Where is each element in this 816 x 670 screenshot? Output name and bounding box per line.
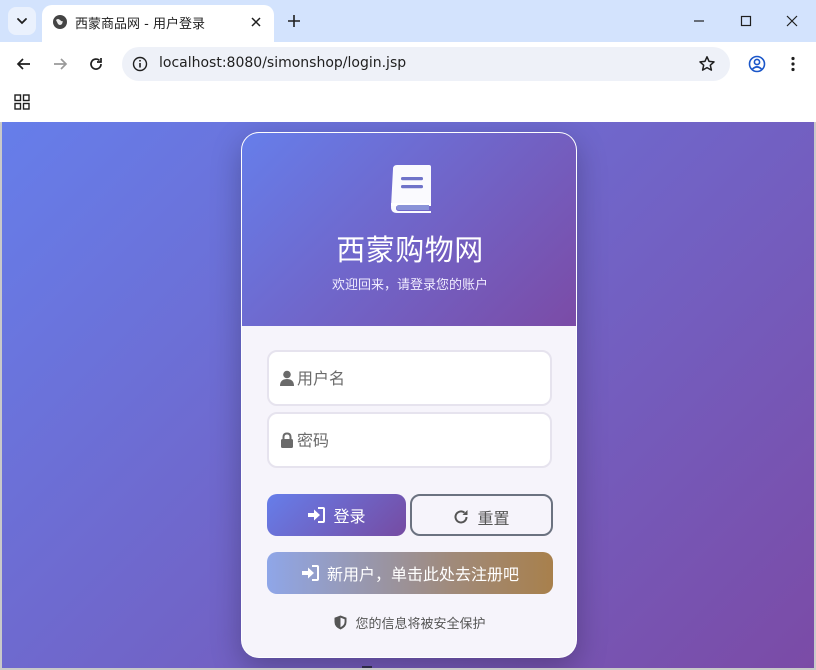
card-header: 西蒙购物网 欢迎回来，请登录您的账户 — [242, 133, 576, 326]
page-viewport: 西蒙购物网 欢迎回来，请登录您的账户 登录 — [2, 122, 814, 668]
register-button-label: 新用户，单击此处去注册吧 — [326, 565, 519, 584]
profile-button[interactable] — [743, 50, 771, 78]
tab-title: 西蒙商品网 - 用户登录 — [75, 17, 205, 32]
user-icon — [280, 370, 294, 386]
chevron-down-icon — [17, 18, 27, 25]
minimize-icon — [694, 20, 704, 22]
reset-button[interactable]: 重置 — [410, 494, 553, 536]
site-brand-title: 西蒙购物网 — [336, 233, 484, 267]
login-button[interactable]: 登录 — [267, 494, 406, 536]
url-text[interactable]: localhost:8080/simonshop/login.jsp — [159, 55, 406, 71]
maximize-button[interactable] — [726, 6, 766, 36]
globe-icon — [53, 15, 67, 29]
reload-button[interactable] — [82, 50, 110, 78]
more-icon — [791, 56, 795, 72]
welcome-subtitle: 欢迎回来，请登录您的账户 — [331, 278, 488, 293]
sign-in-icon — [308, 507, 326, 523]
close-tab-button[interactable] — [246, 12, 266, 32]
security-note: 您的信息将被安全保护 — [242, 613, 576, 632]
forward-icon — [54, 58, 68, 70]
login-card: 西蒙购物网 欢迎回来，请登录您的账户 登录 — [241, 132, 577, 658]
login-button-label: 登录 — [333, 509, 366, 526]
security-note-text: 您的信息将被安全保护 — [355, 617, 486, 632]
redo-icon — [455, 510, 468, 524]
apps-icon[interactable] — [14, 94, 30, 110]
back-icon — [16, 58, 30, 70]
profile-icon — [748, 55, 766, 73]
sign-in-icon — [301, 565, 319, 581]
star-icon[interactable] — [698, 55, 716, 73]
username-field[interactable] — [267, 350, 552, 406]
password-input[interactable] — [297, 414, 547, 466]
forward-button[interactable] — [46, 50, 74, 78]
register-link-button[interactable]: 新用户，单击此处去注册吧 — [267, 552, 553, 594]
window-border-left — [0, 122, 2, 670]
back-button[interactable] — [10, 50, 38, 78]
more-menu-button[interactable] — [779, 50, 807, 78]
address-bar[interactable]: localhost:8080/simonshop/login.jsp — [122, 47, 730, 81]
bookmarks-bar — [0, 86, 816, 122]
plus-icon — [288, 15, 300, 27]
close-icon — [786, 15, 798, 27]
window-close-button[interactable] — [772, 6, 812, 36]
site-info-icon[interactable] — [132, 56, 148, 72]
reload-icon — [90, 58, 102, 70]
lock-icon — [281, 432, 293, 448]
username-input[interactable] — [297, 352, 547, 404]
close-icon — [251, 17, 261, 27]
browser-toolbar: localhost:8080/simonshop/login.jsp — [0, 42, 816, 86]
tab-strip: 西蒙商品网 - 用户登录 — [0, 0, 816, 42]
minimize-button[interactable] — [679, 6, 719, 36]
active-tab[interactable]: 西蒙商品网 - 用户登录 — [42, 5, 274, 42]
new-tab-button[interactable] — [282, 9, 306, 33]
book-icon — [391, 165, 431, 213]
maximize-icon — [740, 15, 752, 27]
reset-button-label: 重置 — [477, 509, 510, 528]
password-field[interactable] — [267, 412, 552, 468]
shield-icon — [334, 615, 347, 630]
tab-list-button[interactable] — [8, 7, 36, 35]
